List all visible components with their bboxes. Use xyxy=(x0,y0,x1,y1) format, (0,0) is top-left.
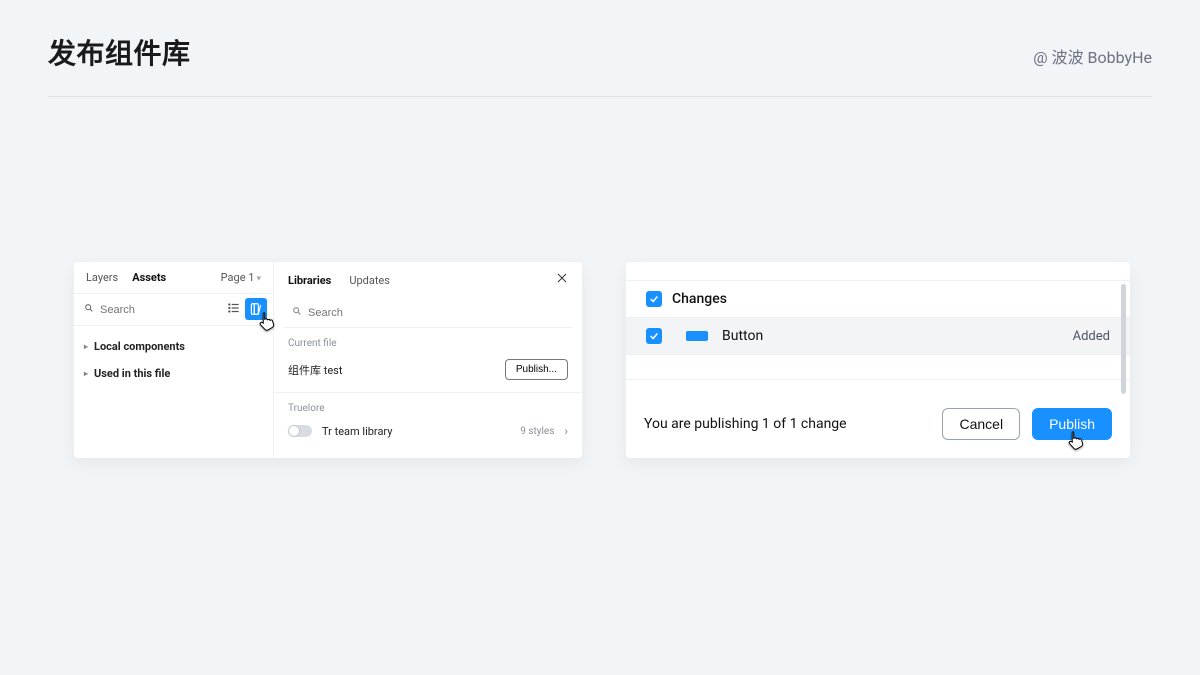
assets-body: Local components Used in this file xyxy=(74,326,273,402)
cursor-hand-icon xyxy=(1065,429,1085,451)
current-file-name: 组件库 test xyxy=(288,362,505,378)
author-label: @ 波波 BobbyHe xyxy=(1033,44,1152,68)
chevron-down-icon: ▾ xyxy=(256,274,261,284)
page-label: Page 1 xyxy=(221,271,255,284)
team-library-meta: 9 styles xyxy=(520,426,554,437)
group-used-in-file[interactable]: Used in this file xyxy=(84,367,263,380)
search-icon xyxy=(84,303,94,316)
team-section-label: Truelore xyxy=(274,393,582,418)
search-icon xyxy=(292,306,302,319)
assets-tabs: Layers Assets Page 1▾ xyxy=(74,262,273,294)
assets-panel: Layers Assets Page 1▾ Local compone xyxy=(74,262,274,458)
change-row[interactable]: Button Added xyxy=(626,317,1130,355)
tab-layers[interactable]: Layers xyxy=(86,271,118,284)
scrollbar[interactable] xyxy=(1121,284,1126,394)
team-library-name: Tr team library xyxy=(322,425,520,438)
assets-search-row xyxy=(74,294,273,326)
tab-assets[interactable]: Assets xyxy=(132,271,166,284)
publish-button[interactable]: Publish xyxy=(1032,408,1112,440)
chevron-right-icon: › xyxy=(564,424,568,438)
team-library-button[interactable] xyxy=(245,298,267,320)
changes-label: Changes xyxy=(672,291,727,307)
team-library-row[interactable]: Tr team library 9 styles › xyxy=(274,418,582,450)
libraries-dialog: Libraries Updates Current file 组件库 test … xyxy=(274,262,582,458)
tab-libraries[interactable]: Libraries xyxy=(288,274,331,287)
tab-updates[interactable]: Updates xyxy=(349,274,390,287)
publish-footer: You are publishing 1 of 1 change Cancel … xyxy=(626,394,1130,458)
page-selector[interactable]: Page 1▾ xyxy=(221,271,261,284)
assets-search-input[interactable] xyxy=(100,304,210,316)
changes-header: Changes xyxy=(626,281,1130,317)
publish-summary: You are publishing 1 of 1 change xyxy=(644,416,942,432)
library-toggle[interactable] xyxy=(288,425,312,437)
publish-dialog: Changes Button Added You are publishing … xyxy=(626,262,1130,458)
change-checkbox[interactable] xyxy=(646,328,662,344)
close-icon[interactable] xyxy=(556,272,568,288)
change-name: Button xyxy=(722,328,1073,344)
publish-library-button[interactable]: Publish... xyxy=(505,359,568,380)
assets-and-libraries-card: Layers Assets Page 1▾ Local compone xyxy=(74,262,582,458)
current-file-section-label: Current file xyxy=(274,328,582,353)
libraries-tabs: Libraries Updates xyxy=(274,262,582,298)
select-all-checkbox[interactable] xyxy=(646,291,662,307)
publish-button-label: Publish xyxy=(1049,416,1095,432)
libraries-search-input[interactable] xyxy=(308,307,564,319)
group-local-components[interactable]: Local components xyxy=(84,340,263,353)
current-file-row: 组件库 test Publish... xyxy=(274,353,582,392)
cancel-button[interactable]: Cancel xyxy=(942,408,1020,440)
list-view-icon[interactable] xyxy=(227,301,241,318)
change-status: Added xyxy=(1073,329,1110,344)
page-title: 发布组件库 xyxy=(48,32,191,72)
libraries-search-row xyxy=(284,298,572,328)
component-thumbnail xyxy=(686,331,708,341)
